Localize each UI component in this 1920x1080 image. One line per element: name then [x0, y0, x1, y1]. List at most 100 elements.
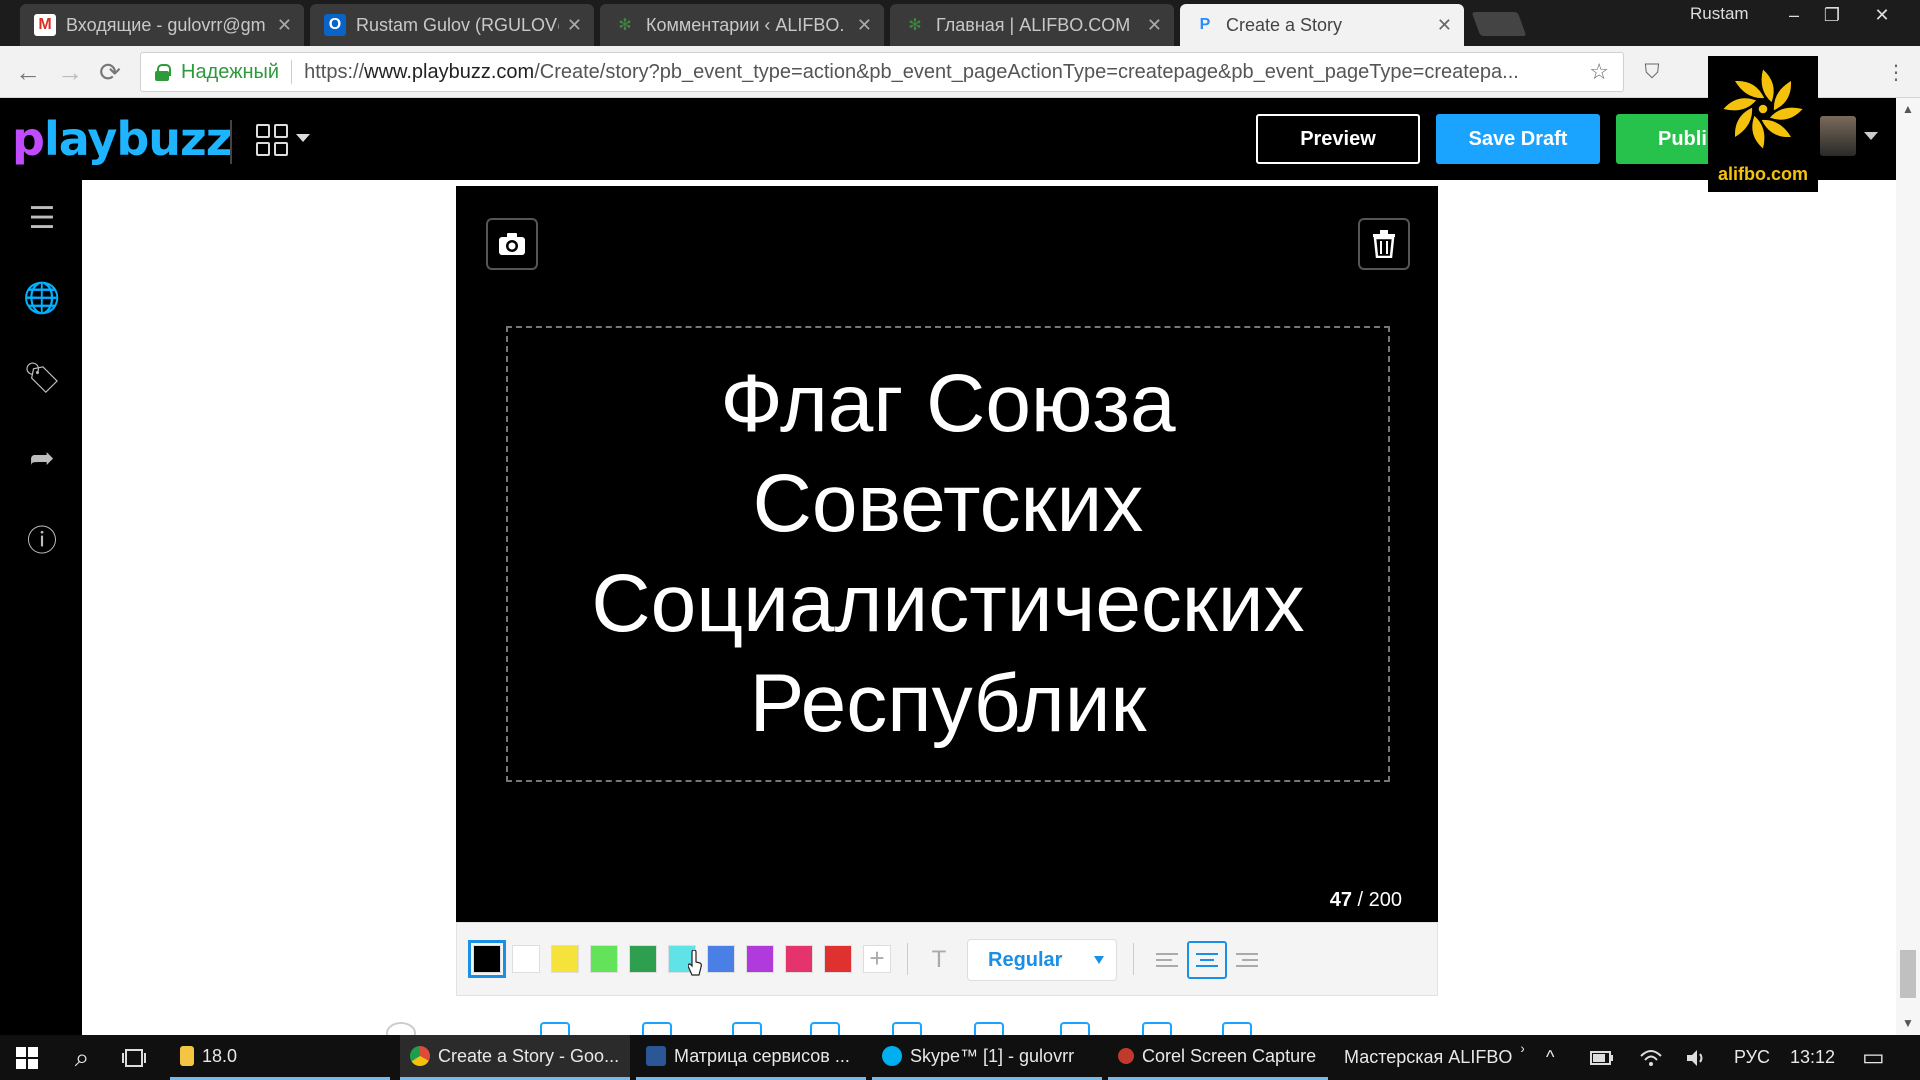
more-item-icon[interactable] — [1222, 1022, 1252, 1035]
chevron-down-icon — [1094, 956, 1104, 964]
add-color-icon[interactable]: + — [863, 945, 891, 973]
clock[interactable]: 13:12 — [1790, 1035, 1835, 1080]
volume-icon[interactable] — [1686, 1035, 1708, 1080]
language-indicator[interactable]: РУС — [1734, 1035, 1770, 1080]
info-icon[interactable]: ⓘ — [22, 518, 62, 558]
taskbar-item-label: Skype™ [1] - gulovrr — [910, 1045, 1075, 1066]
color-swatch-green[interactable] — [629, 945, 657, 973]
start-button[interactable] — [0, 1035, 54, 1080]
taskbar-chrome[interactable]: Create a Story - Goo... — [400, 1035, 630, 1080]
tab-create-story[interactable]: P Create a Story ✕ — [1180, 4, 1464, 46]
globe-item-icon[interactable] — [1060, 1022, 1090, 1035]
color-swatch-red[interactable] — [824, 945, 852, 973]
minimize-icon[interactable]: – — [1774, 0, 1814, 30]
search-icon[interactable]: ⌕ — [60, 1035, 104, 1080]
taskbar-word[interactable]: Матрица сервисов ... — [636, 1035, 866, 1080]
chevron-down-icon[interactable] — [296, 134, 310, 142]
taskbar-item-label: 18.0 — [202, 1045, 238, 1066]
camera-icon — [499, 233, 525, 255]
scroll-down-icon[interactable]: ▼ — [1902, 1016, 1914, 1030]
windows-logo-icon — [16, 1046, 38, 1069]
text-style-toolbar: + T Regular — [456, 922, 1438, 996]
taskbar-item-label: Матрица сервисов ... — [674, 1045, 850, 1066]
color-swatch-yellow[interactable] — [551, 945, 579, 973]
gif-item-icon[interactable] — [810, 1022, 840, 1035]
font-style-select[interactable]: Regular — [967, 939, 1117, 981]
color-swatch-black[interactable] — [468, 940, 506, 978]
forward-icon[interactable]: → — [54, 56, 86, 88]
close-tab-icon[interactable]: ✕ — [277, 15, 292, 36]
headline-textbox[interactable]: Флаг Союза Советских Социалистических Ре… — [506, 326, 1390, 782]
color-swatch-blue[interactable] — [707, 945, 735, 973]
quote-item-icon[interactable] — [892, 1022, 922, 1035]
list-item-icon[interactable] — [974, 1022, 1004, 1035]
add-circle-icon[interactable] — [386, 1022, 416, 1035]
playbuzz-logo[interactable]: playbuzz — [12, 112, 233, 166]
new-tab-button[interactable] — [1471, 12, 1527, 36]
chevron-down-icon[interactable] — [1864, 132, 1878, 140]
color-swatch-white[interactable] — [512, 945, 540, 973]
left-sidebar: ☰ 🌐 🏷 ➦ ⓘ — [0, 180, 82, 1035]
apps-grid-icon[interactable] — [256, 124, 288, 156]
audio-item-icon[interactable] — [1142, 1022, 1172, 1035]
close-window-icon[interactable]: ✕ — [1862, 0, 1902, 30]
tray-overflow-icon[interactable]: ^ — [1546, 1035, 1554, 1080]
battery-icon[interactable] — [1590, 1035, 1614, 1080]
taskbar-item-label: Corel Screen Capture — [1142, 1045, 1317, 1066]
word-icon — [646, 1046, 666, 1066]
scrollbar-thumb[interactable] — [1900, 950, 1916, 998]
reload-icon[interactable]: ⟳ — [94, 56, 126, 88]
share-icon[interactable]: ➦ — [22, 438, 62, 478]
restore-icon[interactable]: ❐ — [1812, 0, 1852, 30]
avatar[interactable] — [1820, 116, 1856, 156]
header-divider — [230, 120, 232, 164]
close-tab-icon[interactable]: ✕ — [1437, 15, 1452, 36]
close-tab-icon[interactable]: ✕ — [567, 15, 582, 36]
taskbar-folder[interactable]: 18.0 — [170, 1035, 390, 1080]
wifi-icon[interactable] — [1640, 1035, 1662, 1080]
more-icon[interactable]: » — [1520, 1040, 1524, 1056]
profile-name[interactable]: Rustam — [1690, 4, 1749, 24]
tab-outlook[interactable]: O Rustam Gulov (RGULOV@ ✕ — [310, 4, 594, 46]
back-icon[interactable]: ← — [12, 56, 44, 88]
menu-icon[interactable]: ☰ — [22, 198, 62, 238]
align-center-icon[interactable] — [1187, 941, 1227, 979]
page-scrollbar[interactable]: ▲ ▼ — [1896, 98, 1920, 1035]
tag-icon[interactable]: 🏷 — [22, 358, 62, 398]
app-header: playbuzz Preview Save Draft Publi — [0, 98, 1920, 180]
url-text[interactable]: https://www.playbuzz.com/Create/story?pb… — [304, 61, 1575, 84]
tab-gmail[interactable]: M Входящие - gulovrr@gm ✕ — [20, 4, 304, 46]
taskbar-item-label: Create a Story - Goo... — [438, 1045, 620, 1066]
close-tab-icon[interactable]: ✕ — [1147, 15, 1162, 36]
text-size-icon[interactable]: T — [927, 941, 951, 979]
color-swatch-pink[interactable] — [785, 945, 813, 973]
bookmark-star-icon[interactable]: ☆ — [1589, 59, 1609, 85]
taskbar-corel[interactable]: Corel Screen Capture — [1108, 1035, 1328, 1080]
preview-button[interactable]: Preview — [1256, 114, 1420, 164]
video-item-icon[interactable] — [642, 1022, 672, 1035]
scroll-up-icon[interactable]: ▲ — [1902, 102, 1914, 116]
delete-button[interactable] — [1358, 218, 1410, 270]
task-view-icon[interactable] — [112, 1035, 156, 1080]
tab-comments-alifbo[interactable]: ✻ Комментарии ‹ ALIFBO. ✕ — [600, 4, 884, 46]
address-bar[interactable]: Надежный https://www.playbuzz.com/Create… — [140, 52, 1624, 92]
color-swatch-lightgreen[interactable] — [590, 945, 618, 973]
image-item-icon[interactable] — [540, 1022, 570, 1035]
chrome-menu-icon[interactable]: ⋮ — [1882, 58, 1910, 86]
camera-button[interactable] — [486, 218, 538, 270]
globe-settings-icon[interactable]: 🌐 — [22, 278, 62, 318]
taskbar-skype[interactable]: Skype™ [1] - gulovrr — [872, 1035, 1102, 1080]
embed-item-icon[interactable] — [732, 1022, 762, 1035]
align-left-icon[interactable] — [1147, 941, 1187, 979]
headline-text[interactable]: Флаг Союза Советских Социалистических Ре… — [548, 354, 1348, 754]
pocket-extension-icon[interactable]: ⛉ — [1638, 58, 1666, 86]
toolbar-divider — [907, 943, 908, 975]
align-right-icon[interactable] — [1227, 941, 1267, 979]
gmail-icon: M — [34, 14, 56, 36]
taskbar-toolbar-alifbo[interactable]: Мастерская ALIFBO » — [1334, 1035, 1524, 1080]
close-tab-icon[interactable]: ✕ — [857, 15, 872, 36]
tab-alifbo-home[interactable]: ✻ Главная | ALIFBO.COM ✕ — [890, 4, 1174, 46]
notification-icon[interactable]: ▭ — [1862, 1035, 1885, 1080]
color-swatch-purple[interactable] — [746, 945, 774, 973]
save-draft-button[interactable]: Save Draft — [1436, 114, 1600, 164]
